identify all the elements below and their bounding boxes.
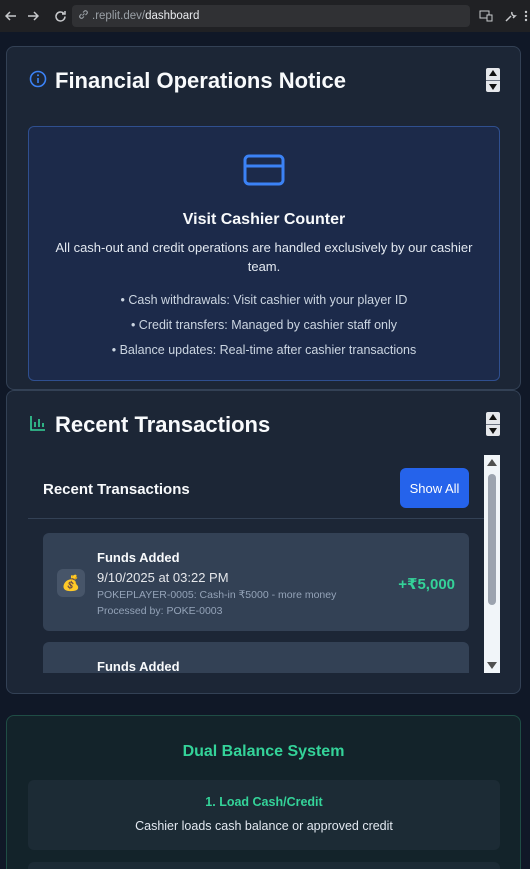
transaction-item[interactable]: 💰 Funds Added 9/10/2025 at 03:22 PM POKE… (43, 533, 469, 631)
transactions-scroll-stepper[interactable] (486, 412, 500, 436)
show-all-button[interactable]: Show All (400, 468, 469, 508)
balance-step (28, 862, 500, 869)
more-menu-icon[interactable] (522, 7, 530, 25)
scroll-up-icon[interactable] (487, 459, 497, 466)
money-bag-icon: 💰 (57, 569, 85, 597)
cashier-heading: Visit Cashier Counter (182, 211, 346, 228)
transaction-title: Funds Added (97, 659, 180, 673)
reload-icon[interactable] (49, 5, 71, 27)
transactions-panel-header: Recent Transactions Show All (28, 455, 486, 519)
scrollbar-thumb[interactable] (488, 474, 496, 605)
bullet-item: • Cash withdrawals: Visit cashier with y… (120, 293, 408, 307)
scroll-down-icon[interactable] (487, 662, 497, 669)
scroll-up-icon[interactable] (489, 414, 497, 420)
url-path: dashboard (145, 10, 200, 22)
dual-balance-card: Dual Balance System 1. Load Cash/Credit … (6, 715, 521, 869)
cashier-description: All cash-out and credit operations are h… (55, 240, 473, 274)
back-arrow-icon[interactable] (0, 5, 22, 27)
balance-step: 1. Load Cash/Credit Cashier loads cash b… (28, 780, 500, 850)
notice-title: Financial Operations Notice (55, 68, 346, 93)
cashier-notice-box: Visit Cashier Counter All cash-out and c… (28, 126, 500, 381)
transaction-description: POKEPLAYER-0005: Cash-in ₹5000 - more mo… (97, 589, 337, 601)
notice-scroll-stepper[interactable] (486, 68, 500, 92)
scroll-down-icon[interactable] (489, 84, 497, 90)
bullet-item: • Balance updates: Real-time after cashi… (111, 343, 417, 357)
dual-balance-title: Dual Balance System (182, 743, 345, 760)
panel-title: Recent Transactions (43, 481, 190, 498)
forward-arrow-icon[interactable] (22, 5, 44, 27)
step-title: 1. Load Cash/Credit (205, 795, 323, 809)
credit-card-icon (243, 154, 285, 191)
transactions-title-row: Recent Transactions (29, 412, 270, 438)
url-prefix: .replit.dev/ (92, 10, 146, 22)
scroll-down-icon[interactable] (489, 428, 497, 434)
transaction-title: Funds Added (97, 550, 180, 565)
info-icon (29, 68, 47, 94)
transaction-amount: +₹5,000 (398, 576, 455, 593)
browser-toolbar: .replit.dev/dashboard (0, 0, 530, 32)
financial-notice-card: Financial Operations Notice Visit Cashie… (6, 46, 521, 390)
notice-title-row: Financial Operations Notice (29, 68, 346, 94)
transaction-item[interactable]: Funds Added (43, 642, 469, 673)
cashier-bullet-list: • Cash withdrawals: Visit cashier with y… (29, 288, 499, 363)
address-bar[interactable]: .replit.dev/dashboard (72, 5, 470, 27)
transaction-processed-by: Processed by: POKE-0003 (97, 605, 223, 617)
transactions-title: Recent Transactions (55, 412, 271, 437)
recent-transactions-card: Recent Transactions Recent Transactions … (6, 390, 521, 694)
bullet-item: • Credit transfers: Managed by cashier s… (130, 318, 398, 332)
transactions-scrollbar[interactable] (484, 455, 500, 673)
transaction-date: 9/10/2025 at 03:22 PM (97, 570, 229, 585)
wrench-icon[interactable] (501, 7, 519, 25)
bar-chart-icon (29, 412, 47, 438)
cast-icon[interactable] (477, 7, 495, 25)
scroll-up-icon[interactable] (489, 70, 497, 76)
step-description: Cashier loads cash balance or approved c… (135, 819, 393, 833)
transactions-panel: Recent Transactions Show All 💰 Funds Add… (28, 455, 486, 673)
link-icon (78, 9, 89, 23)
